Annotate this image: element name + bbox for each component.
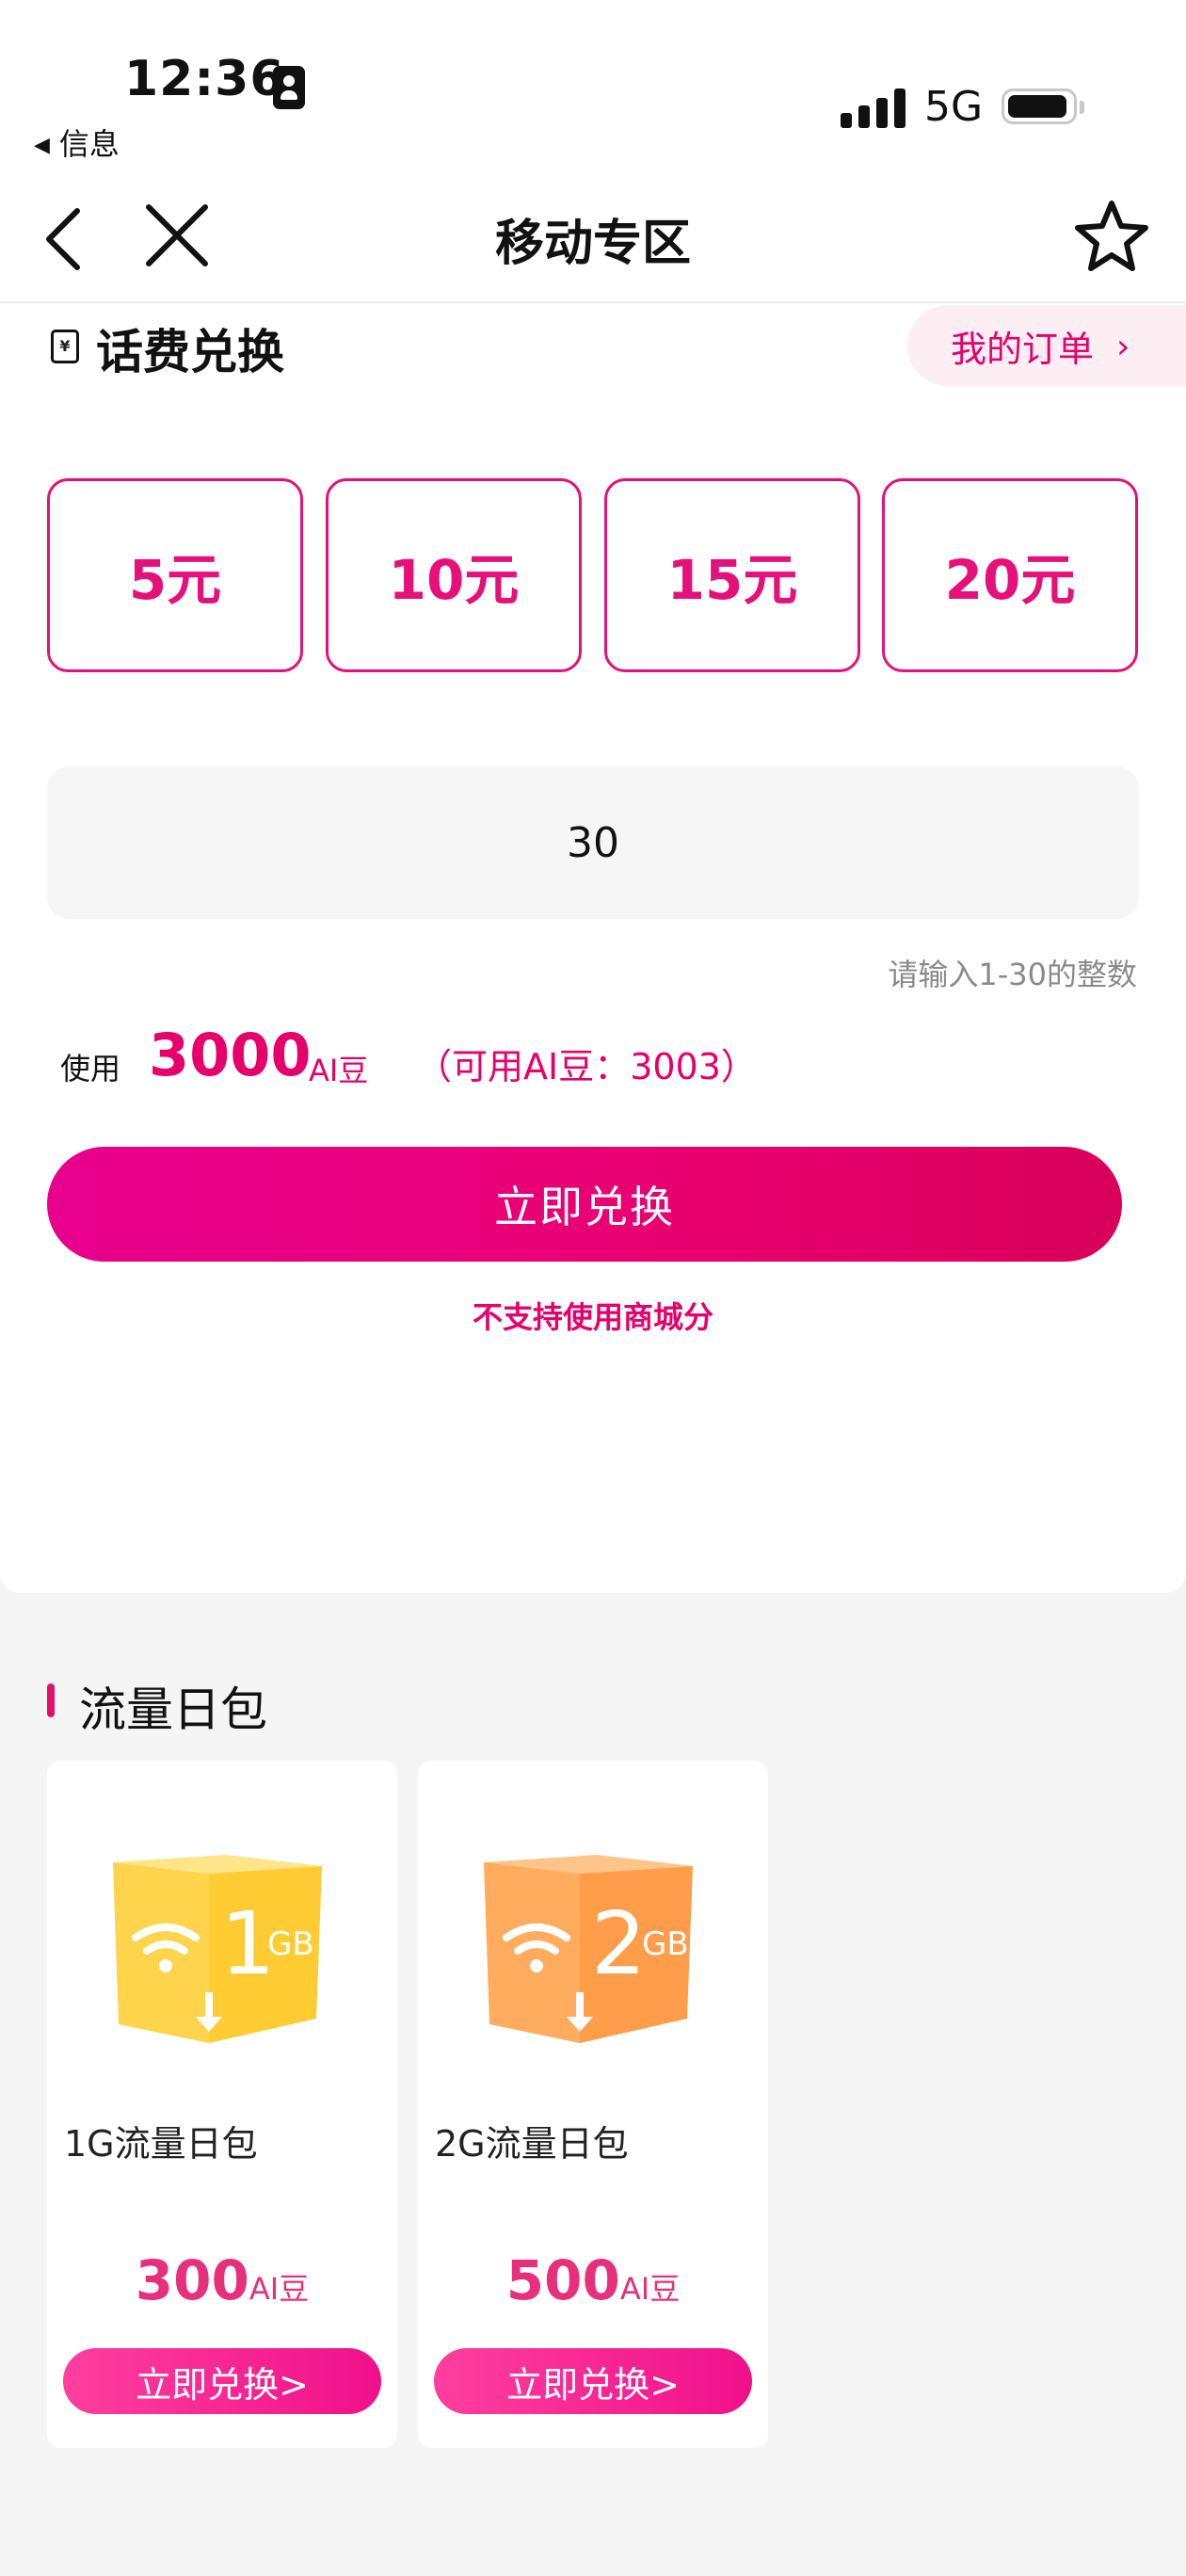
battery-icon	[1002, 89, 1084, 124]
network-type: 5G	[924, 83, 984, 131]
use-amount: 3000	[149, 1021, 312, 1089]
data-pack-price-row: 300AI豆	[47, 2248, 397, 2312]
amount-option-20[interactable]: 20元	[882, 478, 1138, 672]
redeem-button[interactable]: 立即兑换>	[63, 2348, 381, 2414]
data-box-1gb-icon: 1 GB	[113, 1855, 322, 2043]
data-pack-price-unit: AI豆	[619, 2271, 681, 2307]
bill-icon: ¥	[51, 330, 79, 363]
star-icon[interactable]	[1073, 198, 1150, 275]
chevron-right-icon[interactable]: ›	[1116, 328, 1130, 366]
box-2gb-unit: GB	[642, 1925, 689, 1963]
amount-option-5[interactable]: 5元	[47, 478, 303, 672]
data-packs-title: 流量日包	[79, 1682, 267, 1737]
exchange-now-button[interactable]: 立即兑换	[47, 1147, 1122, 1262]
back-to-app-link[interactable]: ◀ 信息	[34, 121, 120, 164]
data-pack-price: 300	[135, 2248, 249, 2312]
back-triangle-icon: ◀	[34, 134, 50, 157]
no-points-note: 不支持使用商城分	[472, 1299, 713, 1335]
amount-option-10[interactable]: 10元	[326, 478, 582, 672]
use-label: 使用	[60, 1051, 121, 1087]
signal-icon	[841, 87, 906, 128]
amount-option-15[interactable]: 15元	[604, 478, 860, 672]
my-orders-label[interactable]: 我的订单	[951, 320, 1094, 372]
available-beans: （可用AI豆：3003）	[416, 1046, 757, 1087]
box-1gb-unit: GB	[267, 1925, 314, 1963]
status-time: 12:36	[124, 51, 285, 107]
back-app-label: 信息	[58, 126, 120, 162]
box-2gb-number: 2	[591, 1893, 647, 1994]
redeem-button[interactable]: 立即兑换>	[434, 2348, 752, 2414]
bill-exchange-title: 话费兑换	[96, 325, 284, 379]
data-pack-price: 500	[505, 2248, 620, 2312]
data-pack-price-unit: AI豆	[248, 2271, 310, 2307]
section-marker	[47, 1683, 55, 1717]
data-pack-price-row: 500AI豆	[418, 2248, 768, 2312]
amount-input-hint: 请输入1-30的整数	[888, 957, 1137, 992]
page-title: 移动专区	[494, 216, 691, 272]
data-pack-name: 2G流量日包	[435, 2123, 629, 2165]
amount-input[interactable]	[47, 766, 1139, 919]
data-box-2gb-icon: 2 GB	[484, 1855, 693, 2043]
data-pack-name: 1G流量日包	[64, 2123, 258, 2165]
contact-icon	[273, 66, 305, 109]
use-unit: AI豆	[309, 1053, 369, 1088]
